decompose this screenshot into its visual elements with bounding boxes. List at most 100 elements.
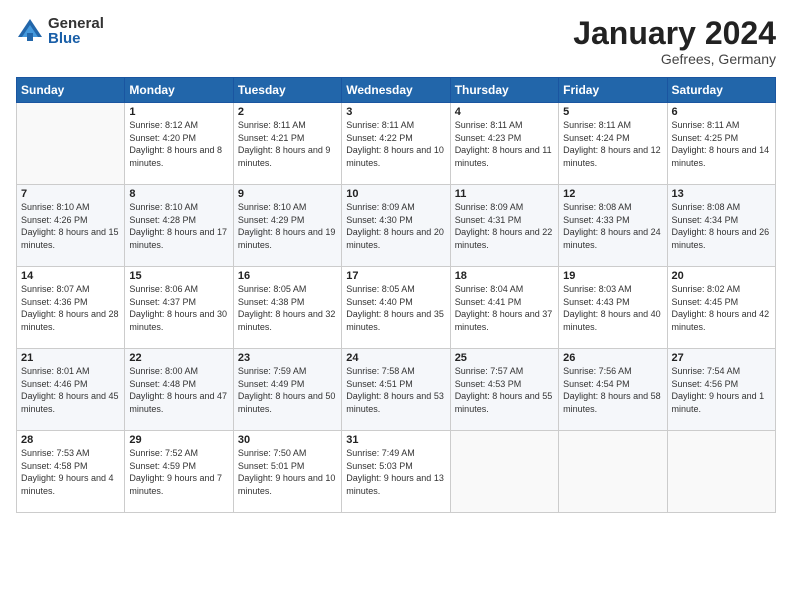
table-row: 2Sunrise: 8:11 AM Sunset: 4:21 PM Daylig… (233, 103, 341, 185)
table-row: 29Sunrise: 7:52 AM Sunset: 4:59 PM Dayli… (125, 431, 233, 513)
table-row: 23Sunrise: 7:59 AM Sunset: 4:49 PM Dayli… (233, 349, 341, 431)
header-sunday: Sunday (17, 78, 125, 103)
day-info: Sunrise: 8:07 AM Sunset: 4:36 PM Dayligh… (21, 283, 120, 333)
day-number: 22 (129, 352, 228, 364)
header-wednesday: Wednesday (342, 78, 450, 103)
day-info: Sunrise: 8:12 AM Sunset: 4:20 PM Dayligh… (129, 119, 228, 169)
logo-blue-text: Blue (48, 31, 104, 46)
day-info: Sunrise: 8:03 AM Sunset: 4:43 PM Dayligh… (563, 283, 662, 333)
day-number: 2 (238, 106, 337, 118)
day-number: 3 (346, 106, 445, 118)
table-row: 21Sunrise: 8:01 AM Sunset: 4:46 PM Dayli… (17, 349, 125, 431)
weekday-header-row: Sunday Monday Tuesday Wednesday Thursday… (17, 78, 776, 103)
day-number: 25 (455, 352, 554, 364)
day-number: 26 (563, 352, 662, 364)
day-number: 11 (455, 188, 554, 200)
table-row: 14Sunrise: 8:07 AM Sunset: 4:36 PM Dayli… (17, 267, 125, 349)
calendar-week-row: 7Sunrise: 8:10 AM Sunset: 4:26 PM Daylig… (17, 185, 776, 267)
day-number: 23 (238, 352, 337, 364)
calendar-week-row: 21Sunrise: 8:01 AM Sunset: 4:46 PM Dayli… (17, 349, 776, 431)
location: Gefrees, Germany (573, 51, 776, 67)
day-info: Sunrise: 8:08 AM Sunset: 4:33 PM Dayligh… (563, 201, 662, 251)
day-number: 4 (455, 106, 554, 118)
table-row (17, 103, 125, 185)
day-info: Sunrise: 8:10 AM Sunset: 4:26 PM Dayligh… (21, 201, 120, 251)
day-info: Sunrise: 7:53 AM Sunset: 4:58 PM Dayligh… (21, 447, 120, 497)
calendar-week-row: 28Sunrise: 7:53 AM Sunset: 4:58 PM Dayli… (17, 431, 776, 513)
day-info: Sunrise: 8:10 AM Sunset: 4:29 PM Dayligh… (238, 201, 337, 251)
logo-icon (16, 17, 44, 45)
header: General Blue January 2024 Gefrees, Germa… (16, 16, 776, 67)
table-row: 17Sunrise: 8:05 AM Sunset: 4:40 PM Dayli… (342, 267, 450, 349)
day-info: Sunrise: 8:10 AM Sunset: 4:28 PM Dayligh… (129, 201, 228, 251)
calendar-table: Sunday Monday Tuesday Wednesday Thursday… (16, 77, 776, 513)
table-row: 4Sunrise: 8:11 AM Sunset: 4:23 PM Daylig… (450, 103, 558, 185)
day-info: Sunrise: 7:54 AM Sunset: 4:56 PM Dayligh… (672, 365, 771, 415)
header-thursday: Thursday (450, 78, 558, 103)
day-number: 12 (563, 188, 662, 200)
table-row: 11Sunrise: 8:09 AM Sunset: 4:31 PM Dayli… (450, 185, 558, 267)
day-info: Sunrise: 8:11 AM Sunset: 4:22 PM Dayligh… (346, 119, 445, 169)
day-number: 27 (672, 352, 771, 364)
table-row (559, 431, 667, 513)
day-info: Sunrise: 7:56 AM Sunset: 4:54 PM Dayligh… (563, 365, 662, 415)
day-info: Sunrise: 8:05 AM Sunset: 4:38 PM Dayligh… (238, 283, 337, 333)
table-row: 9Sunrise: 8:10 AM Sunset: 4:29 PM Daylig… (233, 185, 341, 267)
day-info: Sunrise: 8:05 AM Sunset: 4:40 PM Dayligh… (346, 283, 445, 333)
table-row: 1Sunrise: 8:12 AM Sunset: 4:20 PM Daylig… (125, 103, 233, 185)
table-row: 15Sunrise: 8:06 AM Sunset: 4:37 PM Dayli… (125, 267, 233, 349)
table-row: 16Sunrise: 8:05 AM Sunset: 4:38 PM Dayli… (233, 267, 341, 349)
table-row: 27Sunrise: 7:54 AM Sunset: 4:56 PM Dayli… (667, 349, 775, 431)
table-row: 10Sunrise: 8:09 AM Sunset: 4:30 PM Dayli… (342, 185, 450, 267)
day-number: 6 (672, 106, 771, 118)
day-number: 8 (129, 188, 228, 200)
day-info: Sunrise: 8:09 AM Sunset: 4:31 PM Dayligh… (455, 201, 554, 251)
day-info: Sunrise: 7:57 AM Sunset: 4:53 PM Dayligh… (455, 365, 554, 415)
day-number: 17 (346, 270, 445, 282)
table-row: 26Sunrise: 7:56 AM Sunset: 4:54 PM Dayli… (559, 349, 667, 431)
logo-general-text: General (48, 16, 104, 31)
day-info: Sunrise: 8:11 AM Sunset: 4:23 PM Dayligh… (455, 119, 554, 169)
calendar-container: General Blue January 2024 Gefrees, Germa… (0, 0, 792, 612)
calendar-week-row: 1Sunrise: 8:12 AM Sunset: 4:20 PM Daylig… (17, 103, 776, 185)
day-info: Sunrise: 8:11 AM Sunset: 4:21 PM Dayligh… (238, 119, 337, 169)
table-row: 12Sunrise: 8:08 AM Sunset: 4:33 PM Dayli… (559, 185, 667, 267)
table-row: 30Sunrise: 7:50 AM Sunset: 5:01 PM Dayli… (233, 431, 341, 513)
day-info: Sunrise: 8:09 AM Sunset: 4:30 PM Dayligh… (346, 201, 445, 251)
day-number: 31 (346, 434, 445, 446)
day-info: Sunrise: 8:11 AM Sunset: 4:24 PM Dayligh… (563, 119, 662, 169)
table-row: 22Sunrise: 8:00 AM Sunset: 4:48 PM Dayli… (125, 349, 233, 431)
day-number: 14 (21, 270, 120, 282)
table-row: 13Sunrise: 8:08 AM Sunset: 4:34 PM Dayli… (667, 185, 775, 267)
logo-text: General Blue (48, 16, 104, 46)
day-number: 10 (346, 188, 445, 200)
day-info: Sunrise: 8:08 AM Sunset: 4:34 PM Dayligh… (672, 201, 771, 251)
table-row: 24Sunrise: 7:58 AM Sunset: 4:51 PM Dayli… (342, 349, 450, 431)
day-number: 18 (455, 270, 554, 282)
table-row: 20Sunrise: 8:02 AM Sunset: 4:45 PM Dayli… (667, 267, 775, 349)
day-info: Sunrise: 8:04 AM Sunset: 4:41 PM Dayligh… (455, 283, 554, 333)
table-row (667, 431, 775, 513)
day-number: 7 (21, 188, 120, 200)
day-number: 5 (563, 106, 662, 118)
header-tuesday: Tuesday (233, 78, 341, 103)
day-number: 13 (672, 188, 771, 200)
day-info: Sunrise: 8:11 AM Sunset: 4:25 PM Dayligh… (672, 119, 771, 169)
day-info: Sunrise: 7:49 AM Sunset: 5:03 PM Dayligh… (346, 447, 445, 497)
table-row: 5Sunrise: 8:11 AM Sunset: 4:24 PM Daylig… (559, 103, 667, 185)
day-number: 21 (21, 352, 120, 364)
day-number: 20 (672, 270, 771, 282)
header-saturday: Saturday (667, 78, 775, 103)
day-info: Sunrise: 8:00 AM Sunset: 4:48 PM Dayligh… (129, 365, 228, 415)
day-info: Sunrise: 8:06 AM Sunset: 4:37 PM Dayligh… (129, 283, 228, 333)
day-info: Sunrise: 7:58 AM Sunset: 4:51 PM Dayligh… (346, 365, 445, 415)
table-row: 31Sunrise: 7:49 AM Sunset: 5:03 PM Dayli… (342, 431, 450, 513)
day-number: 28 (21, 434, 120, 446)
day-number: 15 (129, 270, 228, 282)
day-info: Sunrise: 7:52 AM Sunset: 4:59 PM Dayligh… (129, 447, 228, 497)
day-number: 16 (238, 270, 337, 282)
day-info: Sunrise: 8:02 AM Sunset: 4:45 PM Dayligh… (672, 283, 771, 333)
day-info: Sunrise: 8:01 AM Sunset: 4:46 PM Dayligh… (21, 365, 120, 415)
day-number: 19 (563, 270, 662, 282)
table-row: 7Sunrise: 8:10 AM Sunset: 4:26 PM Daylig… (17, 185, 125, 267)
